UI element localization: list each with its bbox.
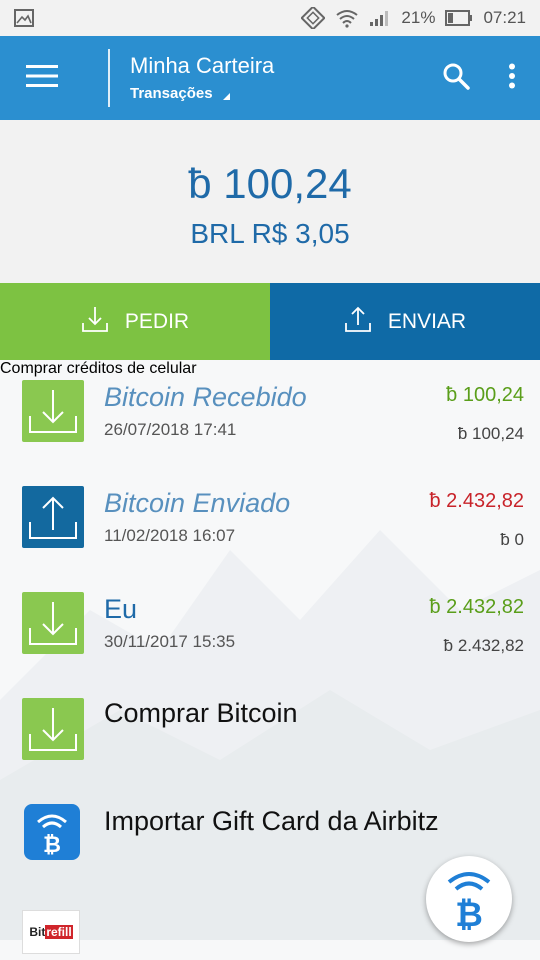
appbar-divider <box>108 49 110 107</box>
action-buttons: PEDIR ENVIAR <box>0 283 540 360</box>
btc-balance: ƀ 100,24 <box>188 160 352 207</box>
transaction-secondary-amount: ƀ 0 <box>500 530 524 549</box>
request-button[interactable]: PEDIR <box>0 283 270 360</box>
wallet-selector[interactable]: Minha Carteira Transações <box>130 53 428 103</box>
gallery-notification-icon <box>14 9 34 27</box>
svg-text:₿: ₿ <box>43 833 61 858</box>
search-button[interactable] <box>428 36 484 120</box>
menu-button[interactable] <box>0 36 84 120</box>
transaction-row[interactable]: Eu 30/11/2017 15:35 ƀ 2.432,82 ƀ 2.432,8… <box>0 572 540 678</box>
more-vert-icon <box>508 63 516 94</box>
dropdown-caret-icon <box>222 93 230 100</box>
battery-icon <box>445 9 473 27</box>
transaction-row[interactable]: Bitcoin Enviado 11/02/2018 16:07 ƀ 2.432… <box>0 466 540 572</box>
hamburger-icon <box>26 64 58 92</box>
send-button[interactable]: ENVIAR <box>270 283 540 360</box>
bitrefill-logo: Bit refill <box>22 910 80 954</box>
transaction-secondary-amount: ƀ 100,24 <box>457 424 524 443</box>
buy-bitcoin-label: Comprar Bitcoin <box>104 698 298 728</box>
transaction-date: 30/11/2017 15:35 <box>104 632 236 651</box>
receive-icon <box>22 380 84 442</box>
app-bar: Minha Carteira Transações <box>0 36 540 120</box>
transaction-amount: ƀ 100,24 <box>446 384 524 406</box>
bitcoin-wifi-icon: ₿ <box>439 864 499 935</box>
transaction-date: 26/07/2018 17:41 <box>104 420 237 439</box>
transaction-name: Bitcoin Recebido <box>104 382 307 412</box>
airbitz-fab[interactable]: ₿ <box>426 856 512 942</box>
view-dropdown[interactable]: Transações <box>130 85 230 102</box>
battery-percent: 21% <box>401 8 436 27</box>
airbitz-icon: ₿ <box>24 804 80 860</box>
receive-icon <box>22 592 84 654</box>
wallet-title: Minha Carteira <box>130 53 275 78</box>
balance-panel[interactable]: ƀ 100,24 BRL R$ 3,05 <box>0 120 540 283</box>
transaction-amount: ƀ 2.432,82 <box>429 490 524 512</box>
transaction-row[interactable]: Bitcoin Recebido 26/07/2018 17:41 ƀ 100,… <box>0 360 540 466</box>
transaction-secondary-amount: ƀ 2.432,82 <box>443 636 524 655</box>
signal-icon <box>369 9 391 27</box>
send-label: ENVIAR <box>387 309 467 333</box>
transaction-date: 11/02/2018 16:07 <box>104 526 236 545</box>
import-gift-card-label: Importar Gift Card da Airbitz <box>104 806 439 836</box>
view-dropdown-label: Transações <box>130 85 213 102</box>
download-icon <box>81 305 109 339</box>
transaction-name: Eu <box>104 594 138 624</box>
request-label: PEDIR <box>124 309 190 333</box>
transaction-amount: ƀ 2.432,82 <box>429 596 524 618</box>
search-icon <box>442 62 470 95</box>
nfc-icon <box>301 7 326 29</box>
receive-icon <box>22 698 84 760</box>
upload-icon <box>344 305 372 339</box>
send-icon <box>22 486 84 548</box>
overflow-menu-button[interactable] <box>484 36 540 120</box>
clock: 07:21 <box>483 8 526 27</box>
transaction-name: Bitcoin Enviado <box>104 488 291 518</box>
buy-bitcoin-item[interactable]: Comprar Bitcoin <box>0 678 540 784</box>
svg-text:₿: ₿ <box>455 895 483 930</box>
fiat-balance: BRL R$ 3,05 <box>190 218 350 249</box>
status-bar: 21% 07:21 <box>0 0 540 36</box>
wifi-icon <box>335 8 359 28</box>
